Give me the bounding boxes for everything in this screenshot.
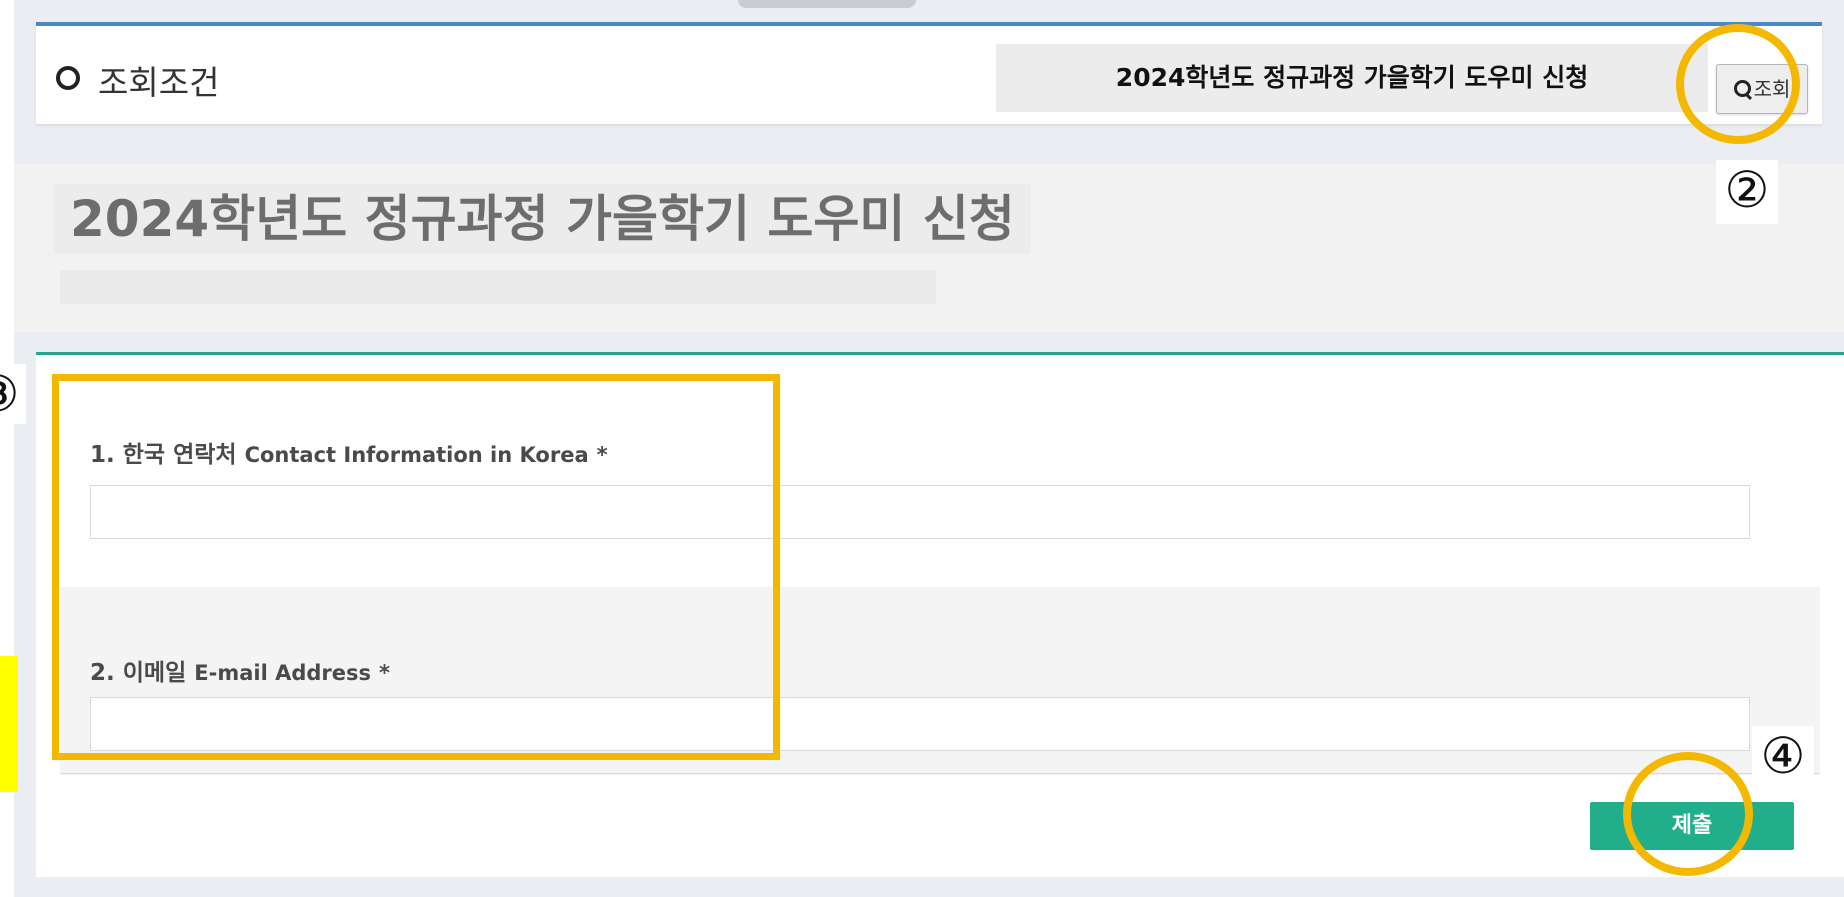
- question-number-2: 2.: [90, 660, 115, 686]
- row-divider: [60, 773, 1820, 774]
- question-label-ko-2: 이메일: [122, 660, 187, 686]
- question-label-en-2: E-mail Address: [194, 661, 372, 685]
- callout-number-4: ④: [1752, 726, 1814, 788]
- search-condition-bar: 조회조건 2024학년도 정규과정 가을학기 도우미 신청 조회: [36, 22, 1822, 124]
- question-row-2: 2. 이메일 E-mail Address *: [60, 587, 1820, 775]
- page-title: 2024학년도 정규과정 가을학기 도우미 신청: [54, 184, 1031, 254]
- required-mark-2: *: [379, 661, 391, 685]
- question-label-ko-1: 한국 연락처: [122, 442, 237, 468]
- callout-number-3: ③: [0, 364, 26, 424]
- required-mark-1: *: [596, 443, 608, 467]
- callout-number-2: ②: [1716, 160, 1778, 224]
- title-subtext-placeholder: [60, 270, 936, 304]
- question-label-2: 2. 이메일 E-mail Address *: [90, 653, 390, 687]
- search-button[interactable]: 조회: [1716, 64, 1808, 114]
- course-select[interactable]: 2024학년도 정규과정 가을학기 도우미 신청: [996, 44, 1708, 112]
- application-form: 1. 한국 연락처 Contact Information in Korea *…: [36, 355, 1844, 877]
- highlight-marker: [0, 656, 18, 792]
- email-input[interactable]: [90, 697, 1750, 751]
- question-number-1: 1.: [90, 442, 115, 468]
- question-row-1: 1. 한국 연락처 Contact Information in Korea *: [60, 355, 1820, 587]
- submit-button[interactable]: 제출: [1590, 802, 1794, 850]
- contact-korea-input[interactable]: [90, 485, 1750, 539]
- question-label-1: 1. 한국 연락처 Contact Information in Korea *: [90, 435, 608, 469]
- question-label-en-1: Contact Information in Korea: [244, 443, 589, 467]
- top-tab-handle: [738, 0, 916, 8]
- search-button-label: 조회: [1753, 77, 1791, 101]
- title-panel: 2024학년도 정규과정 가을학기 도우미 신청: [14, 164, 1844, 332]
- condition-label: 조회조건: [98, 63, 220, 102]
- search-icon: [1733, 80, 1751, 97]
- circle-icon: [56, 66, 80, 90]
